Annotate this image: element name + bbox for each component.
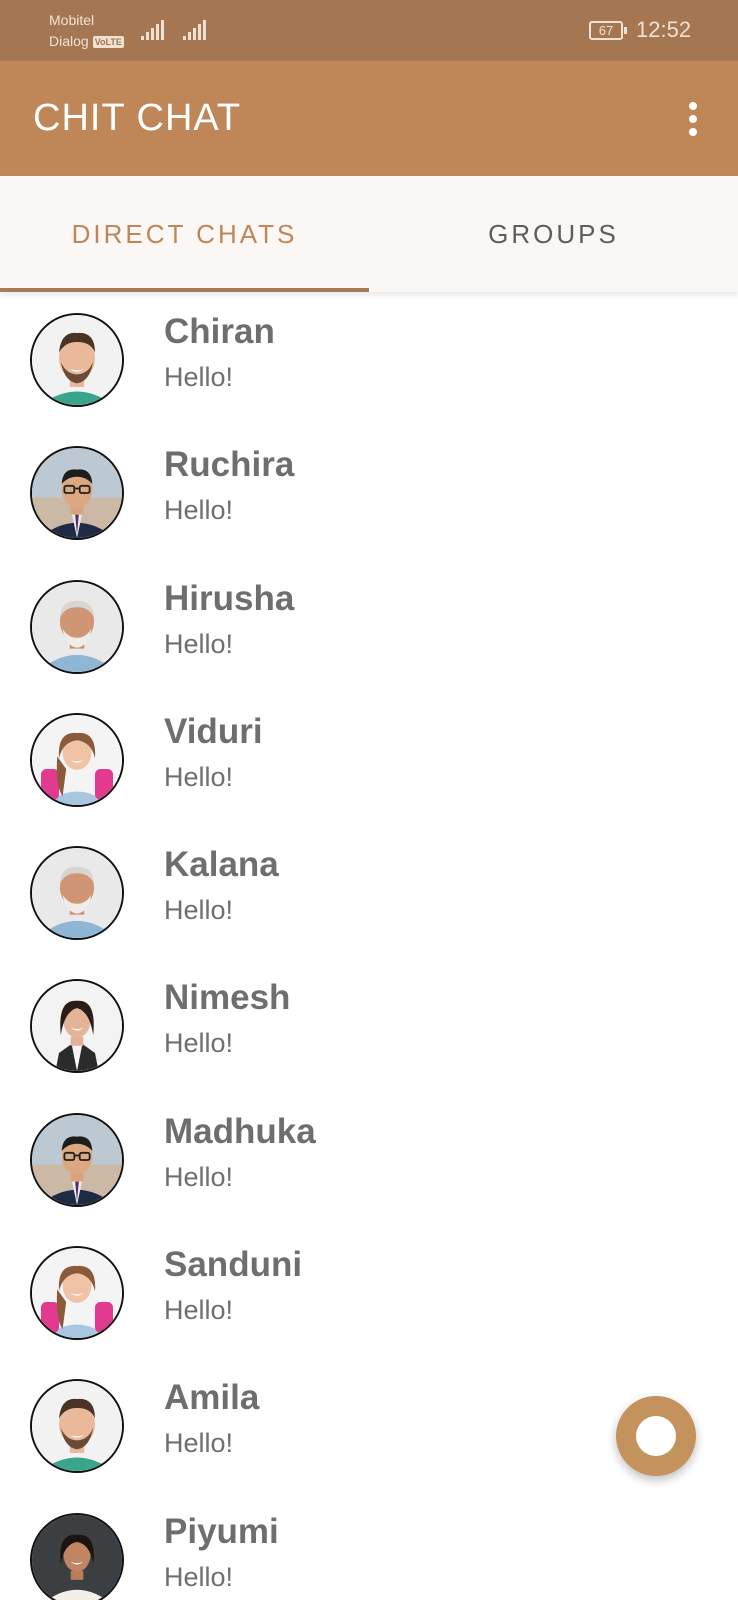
chat-item[interactable]: Sanduni Hello! [0,1233,738,1366]
contact-name: Piyumi [164,1511,279,1551]
carrier-2: Dialog [49,33,89,49]
chat-item[interactable]: Hirusha Hello! [0,567,738,700]
chat-list: Chiran Hello! Ruchira Hello! Hirusha Hello! Vi… [0,300,738,1600]
last-message: Hello! [164,1428,234,1459]
contact-name: Ruchira [164,445,295,485]
tab-label: GROUPS [488,218,619,249]
avatar [30,1112,124,1207]
chat-item[interactable]: Nimesh Hello! [0,966,738,1099]
avatar [30,1379,124,1474]
chat-item[interactable]: Piyumi Hello! [0,1500,738,1600]
contact-name: Nimesh [164,978,291,1018]
chat-item[interactable]: Viduri Hello! [0,700,738,833]
contact-name: Viduri [164,711,263,751]
new-chat-fab[interactable] [616,1396,696,1476]
app-bar: CHIT CHAT [0,61,738,176]
carrier-info: Mobitel Dialog VoLTE [49,10,124,52]
contact-name: Hirusha [164,578,295,618]
avatar [30,1512,124,1600]
chat-item[interactable]: Chiran Hello! [0,300,738,433]
battery-icon: 67 [589,21,627,40]
tab-label: DIRECT CHATS [71,218,298,249]
signal-icon [141,20,164,40]
last-message: Hello! [164,1295,234,1326]
tab-bar: DIRECT CHATS GROUPS [0,176,738,292]
avatar [30,846,124,941]
avatar [30,1246,124,1341]
chat-item[interactable]: Madhuka Hello! [0,1100,738,1233]
last-message: Hello! [164,362,234,392]
carrier-1: Mobitel [49,12,95,28]
app-title: CHIT CHAT [33,97,242,139]
circle-icon [636,1416,676,1456]
status-bar: Mobitel Dialog VoLTE 67 12:52 [0,0,738,61]
tab-direct-chats[interactable]: DIRECT CHATS [0,176,369,292]
avatar [30,579,124,674]
volte-badge: VoLTE [92,35,124,48]
more-vert-icon[interactable] [678,99,708,139]
contact-name: Amila [164,1378,260,1418]
avatar [30,446,124,541]
last-message: Hello! [164,628,234,659]
clock: 12:52 [636,17,692,42]
last-message: Hello! [164,1561,234,1592]
contact-name: Kalana [164,845,279,885]
contact-name: Madhuka [164,1111,316,1151]
contact-name: Sanduni [164,1245,303,1285]
avatar [30,313,124,407]
chat-item[interactable]: Ruchira Hello! [0,433,738,566]
avatar [30,712,124,807]
signal-icon [183,20,206,40]
last-message: Hello! [164,761,234,792]
tab-groups[interactable]: GROUPS [369,176,738,292]
last-message: Hello! [164,1161,234,1192]
avatar [30,979,124,1074]
contact-name: Chiran [164,312,275,351]
last-message: Hello! [164,1028,234,1059]
last-message: Hello! [164,895,234,926]
tab-indicator [0,288,369,292]
last-message: Hello! [164,495,234,526]
chat-item[interactable]: Kalana Hello! [0,833,738,966]
